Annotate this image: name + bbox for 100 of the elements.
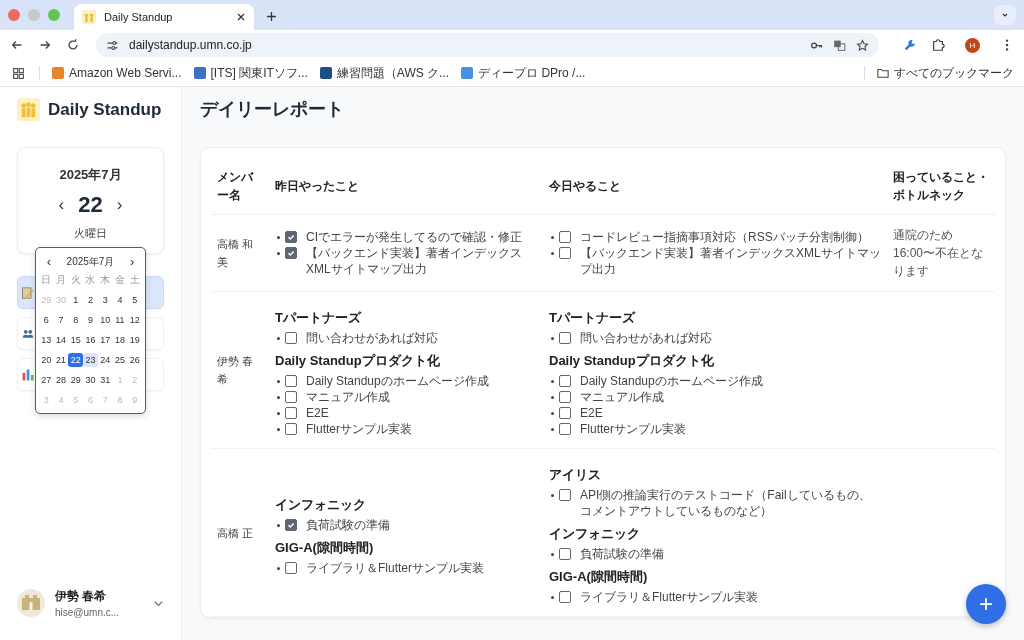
calendar-day[interactable]: 15 (68, 333, 84, 347)
calendar-day[interactable]: 20 (39, 353, 54, 367)
checkbox[interactable] (285, 423, 297, 435)
back-icon[interactable] (10, 38, 24, 52)
calendar-day[interactable]: 19 (127, 333, 142, 347)
wrench-icon[interactable] (903, 38, 917, 52)
bullet-icon (277, 236, 280, 239)
star-icon[interactable] (856, 38, 869, 52)
calendar-day[interactable]: 3 (97, 293, 113, 307)
next-day-button[interactable]: › (116, 195, 123, 215)
calendar-day[interactable]: 8 (68, 313, 84, 327)
calendar-day[interactable]: 1 (68, 293, 84, 307)
calendar-day[interactable]: 6 (39, 313, 54, 327)
checkbox[interactable] (559, 591, 571, 603)
checkbox[interactable] (559, 247, 571, 259)
weekday-label: 火曜日 (74, 226, 107, 241)
bullet-icon (551, 428, 554, 431)
calendar-day[interactable]: 11 (112, 313, 128, 327)
calendar-day[interactable]: 30 (83, 373, 98, 387)
bullet-icon (277, 380, 280, 383)
calendar-day[interactable]: 2 (83, 293, 98, 307)
profile-avatar[interactable]: H (965, 37, 980, 53)
site-settings-icon[interactable] (106, 38, 119, 52)
calendar-day[interactable]: 23 (83, 353, 98, 367)
forward-icon[interactable] (38, 38, 52, 52)
task-text: CIでエラーが発生してるので確認・修正 (306, 229, 522, 245)
calendar-day[interactable]: 4 (112, 293, 128, 307)
calendar-month: 2025年7月 (66, 254, 115, 269)
checkbox[interactable] (285, 332, 297, 344)
task-text: 【バックエンド実装】著者インデックスXMLサイトマップ出力 (306, 245, 523, 277)
address-bar[interactable]: dailystandup.umn.co.jp (96, 33, 879, 57)
group-heading: アイリス (549, 466, 602, 484)
member-name: 高橋 正 (217, 526, 254, 539)
bullet-icon (277, 566, 280, 570)
bookmark[interactable]: Amazon Web Servi... (52, 66, 182, 80)
checkbox[interactable] (285, 518, 297, 531)
checkbox[interactable] (559, 548, 571, 560)
bookmark[interactable]: 練習問題（AWS ク... (319, 64, 450, 82)
translate-icon[interactable] (833, 38, 846, 52)
calendar-day[interactable]: 9 (83, 313, 98, 327)
checkbox[interactable] (285, 407, 297, 419)
calendar-day[interactable]: 27 (39, 373, 54, 387)
calendar-day[interactable]: 22 (68, 353, 84, 367)
app-title: Daily Standup (48, 99, 162, 120)
task-text: E2E (580, 405, 603, 421)
calendar-day[interactable]: 24 (97, 353, 113, 367)
checkbox[interactable] (559, 375, 571, 387)
checkbox[interactable] (559, 407, 571, 419)
url-text: dailystandup.umn.co.jp (129, 38, 252, 52)
bookmark-favicon-icon (461, 67, 474, 79)
calendar-day[interactable]: 5 (127, 293, 142, 307)
calendar-day[interactable]: 13 (39, 333, 54, 347)
task-text: E2E (306, 405, 329, 421)
close-icon[interactable] (236, 12, 246, 22)
checkbox[interactable] (285, 247, 297, 259)
group-heading: Daily Standupプロダクト化 (275, 352, 441, 370)
apps-grid-icon[interactable] (12, 66, 25, 80)
calendar-day[interactable]: 28 (53, 373, 69, 387)
checkbox[interactable] (559, 231, 571, 243)
bullet-icon (277, 337, 280, 340)
task-text: 【バックエンド実装】著者インデックスXMLサイトマップ出力 (580, 245, 881, 277)
next-month-button[interactable]: › (129, 254, 135, 269)
day-number: 22 (78, 192, 103, 218)
checkbox[interactable] (285, 391, 297, 403)
calendar-day[interactable]: 10 (97, 313, 113, 327)
checkbox[interactable] (285, 375, 297, 387)
checkbox[interactable] (559, 391, 571, 403)
weekday-label: 日 (40, 273, 53, 287)
column-header: 昨日やったこと (269, 154, 543, 215)
calendar-day[interactable]: 21 (53, 353, 69, 367)
member-name: 伊勢 春希 (217, 355, 254, 385)
checkbox[interactable] (559, 332, 571, 344)
calendar-day[interactable]: 14 (53, 333, 69, 347)
checkbox[interactable] (285, 561, 297, 574)
puzzle-icon[interactable] (931, 38, 945, 52)
bullet-icon (551, 380, 554, 383)
bullet-icon (277, 428, 280, 431)
calendar-day[interactable]: 25 (112, 353, 128, 367)
calendar-day[interactable]: 26 (127, 353, 142, 367)
calendar-day[interactable]: 17 (97, 333, 113, 347)
checkbox[interactable] (559, 423, 571, 435)
calendar-day[interactable]: 31 (97, 373, 113, 387)
weekday-label: 月 (55, 273, 68, 287)
all-bookmarks-button[interactable]: すべてのブックマーク (877, 64, 1014, 82)
calendar-day[interactable]: 12 (127, 313, 142, 327)
calendar-day[interactable]: 7 (53, 313, 69, 327)
browser-tab[interactable]: Daily Standup (74, 4, 254, 30)
people-icon (17, 98, 40, 121)
reload-icon[interactable] (66, 38, 80, 52)
bookmark[interactable]: ディープロ DPro /... (461, 64, 586, 82)
checkbox[interactable] (285, 231, 297, 243)
bookmark[interactable]: [ITS] 関東ITソフ... (193, 64, 308, 82)
bookmark-favicon-icon (193, 67, 206, 79)
new-tab-icon[interactable] (266, 11, 277, 22)
checkbox[interactable] (559, 489, 571, 501)
previous-day-button[interactable]: ‹ (58, 195, 65, 215)
previous-month-button[interactable]: ‹ (46, 254, 52, 269)
calendar-day[interactable]: 29 (68, 373, 84, 387)
calendar-day[interactable]: 16 (83, 333, 98, 347)
calendar-day[interactable]: 18 (112, 333, 128, 347)
